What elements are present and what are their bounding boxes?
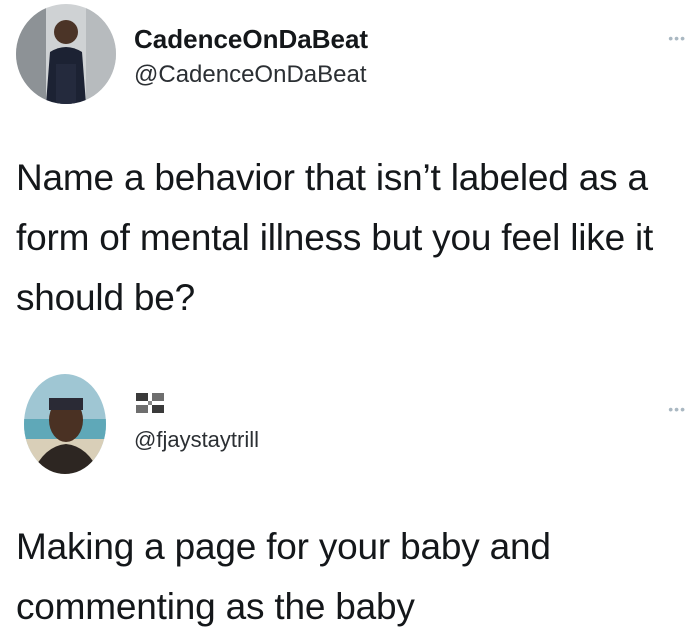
ellipsis-icon[interactable]: •••	[668, 31, 686, 45]
flag-icon	[136, 393, 164, 413]
avatar-photo	[24, 374, 106, 474]
tweet-reply: @fjaystaytrill ••• Making a page for you…	[0, 360, 700, 635]
display-name[interactable]: CadenceOnDaBeat	[134, 24, 368, 55]
user-avatar[interactable]	[16, 4, 116, 104]
user-handle[interactable]: @CadenceOnDaBeat	[134, 61, 367, 89]
tweet-original: CadenceOnDaBeat @CadenceOnDaBeat ••• Nam…	[0, 0, 700, 340]
tweet-text: Name a behavior that isn’t labeled as a …	[16, 157, 654, 318]
user-handle[interactable]: @fjaystaytrill	[134, 427, 259, 453]
user-avatar[interactable]	[24, 374, 106, 474]
tweet-text: Making a page for your baby and commenti…	[16, 526, 551, 627]
avatar-photo	[16, 4, 116, 104]
ellipsis-icon[interactable]: •••	[668, 402, 686, 416]
